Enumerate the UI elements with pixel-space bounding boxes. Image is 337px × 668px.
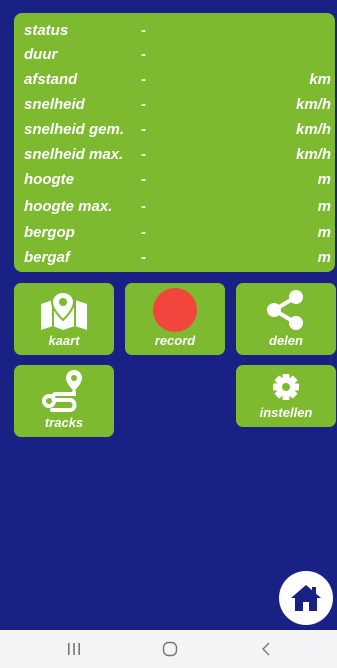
stat-row-snelheid: snelheid - km/h	[14, 93, 335, 117]
stat-unit: km/h	[295, 96, 331, 113]
stat-value: -	[141, 224, 146, 241]
delen-label: delen	[269, 333, 303, 348]
stat-unit: m	[317, 171, 331, 188]
share-icon	[267, 290, 303, 330]
stat-unit: km/h	[295, 146, 331, 163]
recent-apps-button[interactable]	[45, 630, 105, 668]
stat-label: snelheid gem.	[24, 121, 125, 138]
stat-value: -	[141, 96, 146, 113]
stat-label: hoogte max.	[24, 198, 113, 215]
recent-apps-icon	[68, 643, 80, 655]
record-dot-icon	[153, 288, 197, 332]
stat-row-status: status -	[14, 19, 335, 43]
stat-row-duur: duur -	[14, 43, 335, 67]
stat-value: -	[141, 46, 146, 63]
stat-unit: km/h	[295, 121, 331, 138]
home-circle-icon	[162, 641, 178, 657]
stat-unit: m	[317, 249, 331, 266]
stat-value: -	[141, 249, 146, 266]
stat-value: -	[141, 22, 146, 39]
stat-label: bergaf	[24, 249, 70, 266]
tracks-label: tracks	[44, 415, 84, 430]
stat-row-snelheid-max: snelheid max. - km/h	[14, 143, 335, 167]
home-icon	[291, 585, 321, 611]
route-icon	[42, 370, 82, 412]
record-button[interactable]: record	[125, 283, 225, 355]
app-screen: status - duur - afstand - km snelheid - …	[0, 0, 337, 630]
stat-label: hoogte	[24, 171, 74, 188]
stat-unit: m	[317, 224, 331, 241]
stat-value: -	[141, 146, 146, 163]
record-label: record	[154, 333, 196, 348]
back-button[interactable]	[238, 630, 298, 668]
stat-unit: m	[317, 198, 331, 215]
stat-row-snelheid-gem: snelheid gem. - km/h	[14, 118, 335, 142]
stat-row-bergop: bergop - m	[14, 221, 335, 245]
home-button[interactable]	[279, 571, 333, 625]
stat-row-hoogte-max: hoogte max. - m	[14, 195, 335, 219]
tracks-button[interactable]: tracks	[14, 365, 114, 437]
delen-button[interactable]: delen	[236, 283, 336, 355]
kaart-button[interactable]: kaart	[14, 283, 114, 355]
stat-value: -	[141, 171, 146, 188]
kaart-label: kaart	[48, 333, 80, 348]
stat-label: duur	[24, 46, 58, 63]
stat-label: afstand	[24, 71, 78, 88]
stat-value: -	[141, 121, 146, 138]
back-icon	[262, 642, 270, 656]
stat-row-bergaf: bergaf - m	[14, 246, 335, 270]
system-home-button[interactable]	[141, 630, 201, 668]
stat-row-afstand: afstand - km	[14, 68, 335, 92]
stats-panel: status - duur - afstand - km snelheid - …	[14, 13, 335, 272]
stat-label: snelheid max.	[24, 146, 124, 163]
stat-label: bergop	[24, 224, 75, 241]
system-nav-bar	[0, 630, 337, 668]
stat-value: -	[141, 198, 146, 215]
map-pin-icon	[41, 290, 87, 330]
instellen-button[interactable]: instellen	[236, 365, 336, 427]
stat-value: -	[141, 71, 146, 88]
gear-icon	[273, 374, 299, 400]
instellen-label: instellen	[259, 405, 313, 420]
stat-unit: km	[309, 71, 331, 88]
stat-row-hoogte: hoogte - m	[14, 168, 335, 192]
stat-label: status	[24, 22, 69, 39]
stat-label: snelheid	[24, 96, 85, 113]
